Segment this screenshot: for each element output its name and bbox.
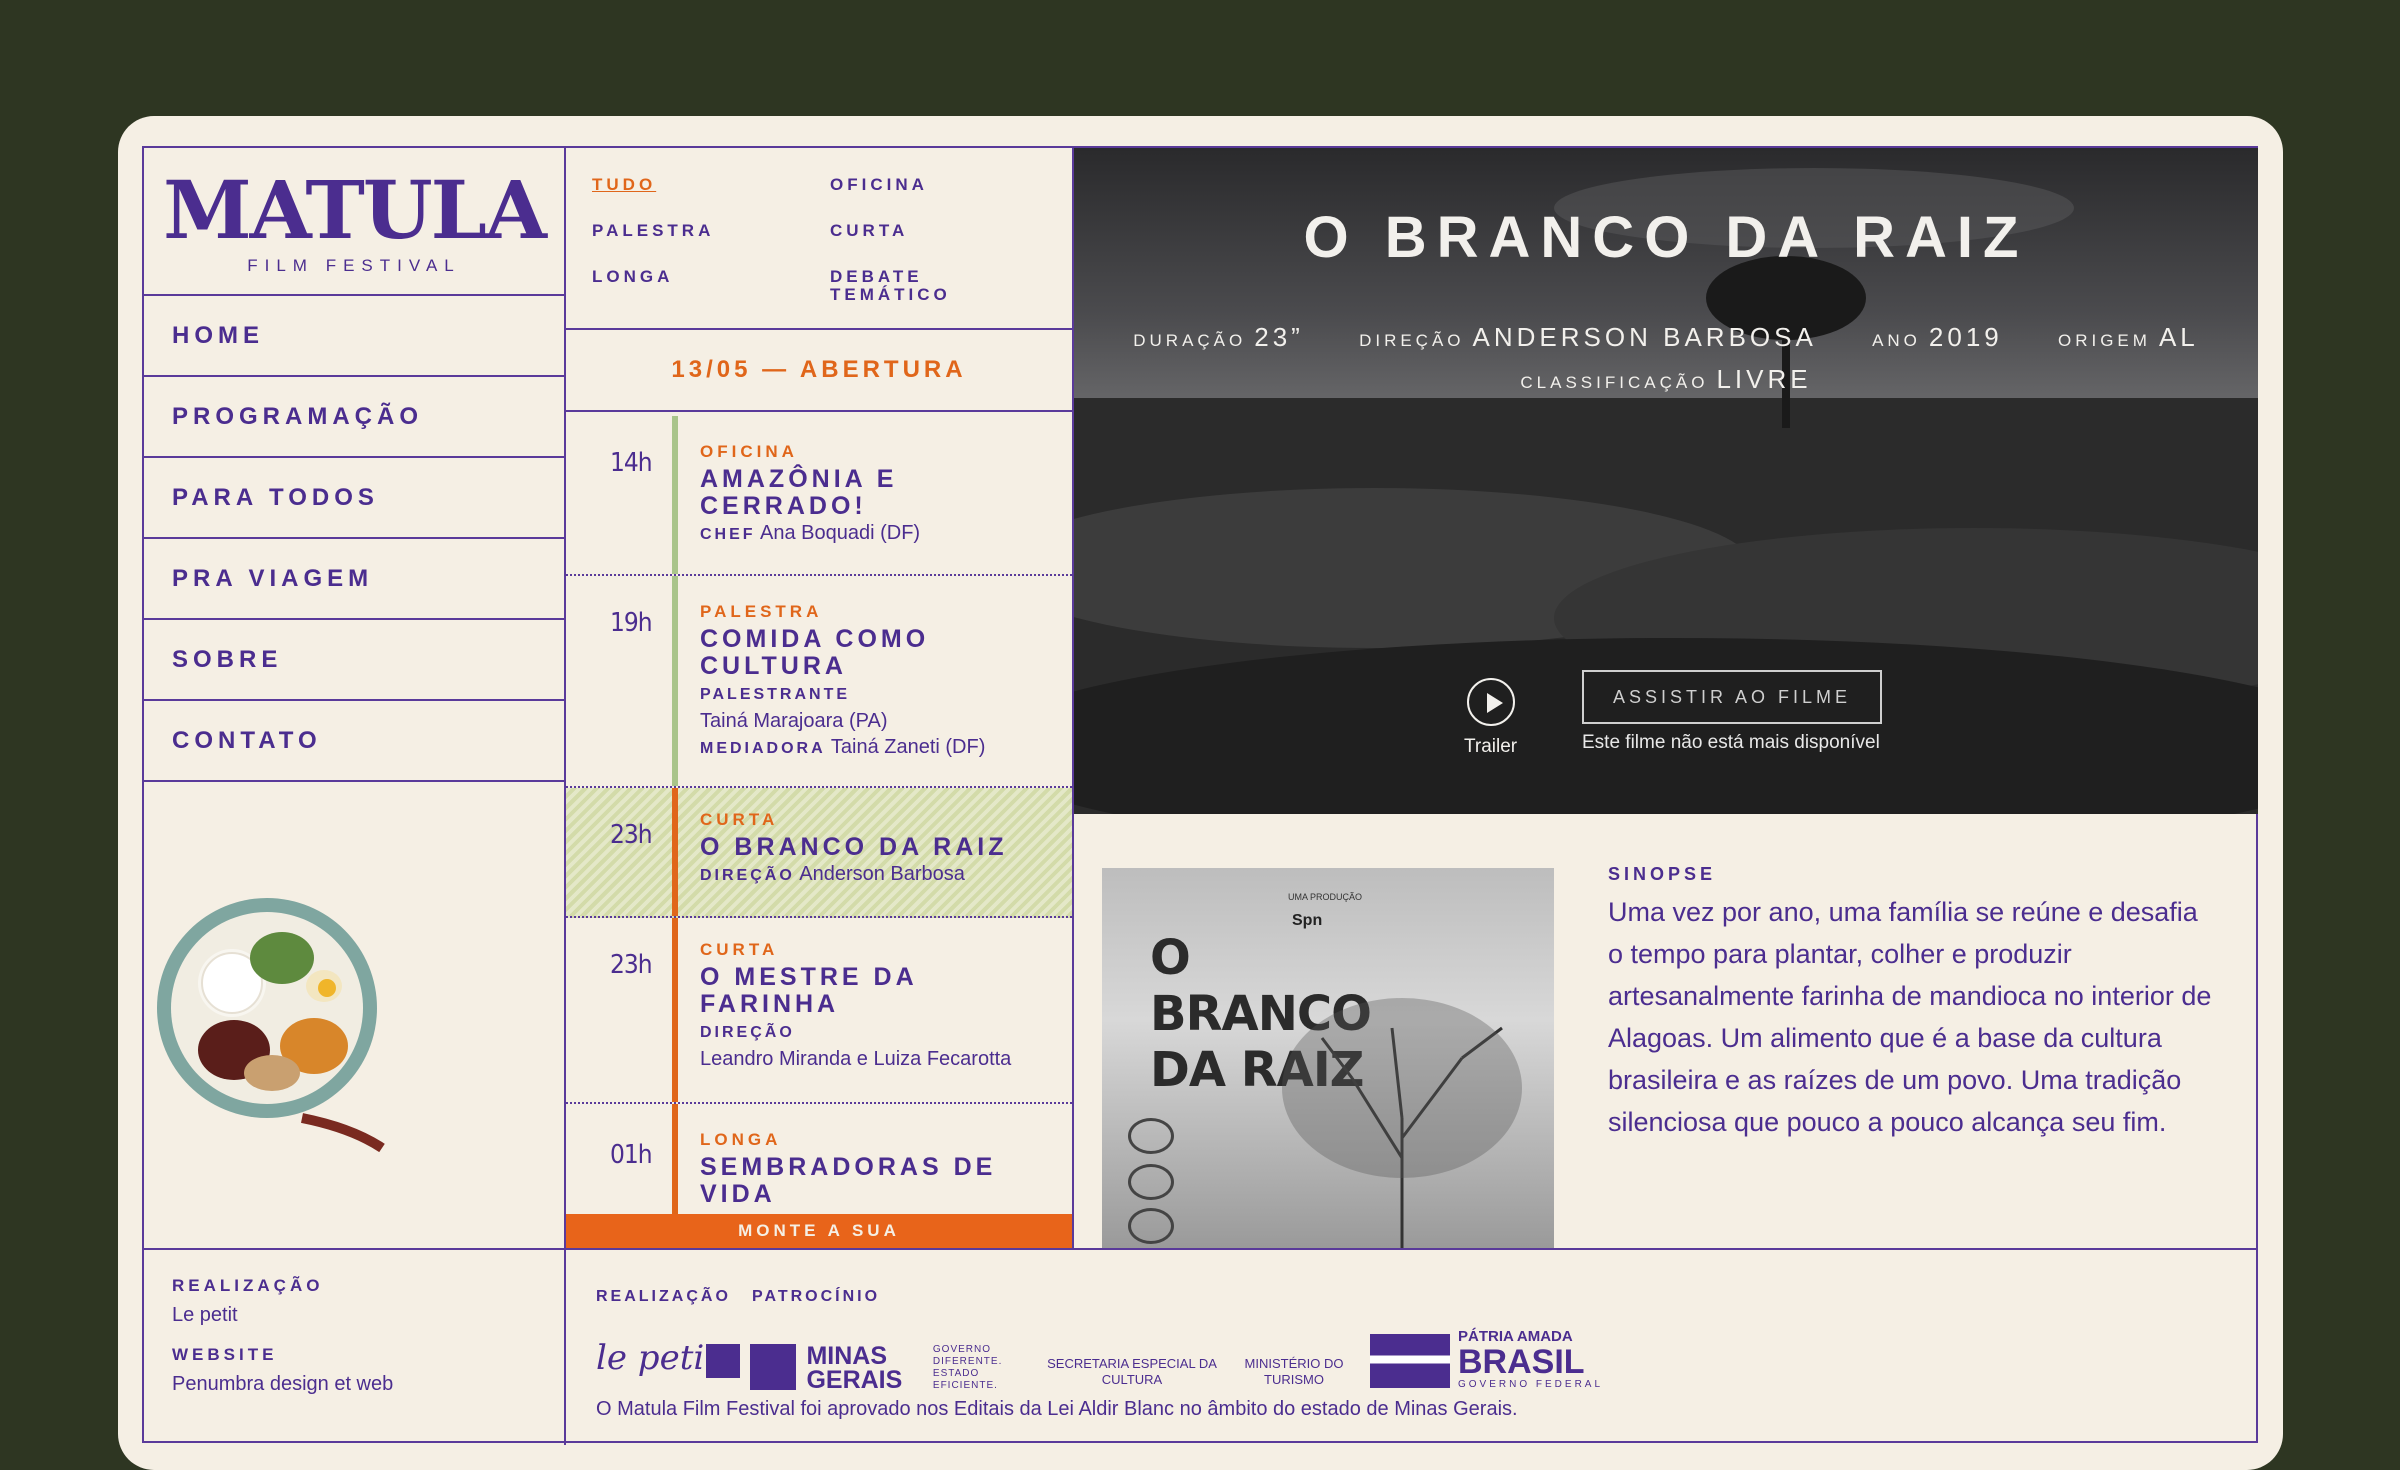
date-header[interactable]: 13/05 — ABERTURA [566, 330, 1072, 412]
nav-programacao[interactable]: PROGRAMAÇÃO [144, 377, 564, 458]
laurel-icon [1128, 1118, 1174, 1154]
filter-oficina[interactable]: OFICINA [830, 176, 928, 194]
event-meta: CHEF Ana Boquadi (DF) [700, 522, 921, 544]
nav-sobre[interactable]: SOBRE [144, 620, 564, 701]
schedule-item[interactable]: 14h OFICINA AMAZÔNIA E CERRADO! CHEF Ana… [566, 416, 1072, 576]
film-facts: DURAÇÃO 23” DIREÇÃO ANDERSON BARBOSA ANO 20… [1133, 322, 2199, 394]
event-title: O BRANCO DA RAIZ [700, 833, 1008, 861]
filter-longa[interactable]: LONGA [592, 268, 673, 286]
website-link[interactable]: Penumbra design et web [172, 1373, 536, 1396]
event-title: AMAZÔNIA E CERRADO! [700, 465, 898, 520]
event-time: 14h [610, 448, 653, 478]
film-rating: LIVRE [1716, 364, 1812, 394]
schedule-item-selected[interactable]: 23h CURTA O BRANCO DA RAIZ DIREÇÃO Ander… [566, 788, 1072, 918]
event-category-bar [672, 576, 678, 786]
patria-amada-brasil-logo[interactable]: PÁTRIA AMADA BRASIL GOVERNO FEDERAL [1458, 1328, 1603, 1390]
nav-para-todos[interactable]: PARA TODOS [144, 458, 564, 539]
event-meta: MEDIADORA Tainá Zaneti (DF) [700, 736, 986, 758]
event-category: CURTA [700, 940, 779, 959]
footer-credits: REALIZAÇÃO Le petit WEBSITE Penumbra des… [144, 1250, 566, 1445]
film-year: 2019 [1928, 322, 2003, 352]
schedule-item[interactable]: 23h CURTA O MESTRE DA FARINHA DIREÇÃO Le… [566, 918, 1072, 1104]
footer: REALIZAÇÃO Le petit WEBSITE Penumbra des… [144, 1248, 2258, 1445]
event-category-bar [672, 1104, 678, 1214]
tree-illustration [1282, 998, 1522, 1248]
unavailable-notice: Este filme não está mais disponível [1582, 732, 1880, 753]
event-title: SEMBRADORAS DE VIDA [700, 1153, 997, 1208]
logo-tagline: FILM FESTIVAL [247, 256, 461, 275]
trailer-button[interactable]: Trailer [1464, 678, 1517, 758]
event-category-bar [672, 918, 678, 1102]
film-duration: 23” [1254, 322, 1304, 352]
filter-tudo[interactable]: TUDO [592, 176, 656, 194]
film-origin: AL [2158, 322, 2199, 352]
event-meta: DIREÇÃO [700, 1024, 795, 1041]
filter-debate-tematico[interactable]: DEBATE TEMÁTICO [830, 268, 1030, 304]
event-meta: Leandro Miranda e Luiza Fecarotta [700, 1048, 1012, 1070]
synopsis-label: SINOPSE [1608, 864, 1717, 884]
film-director: ANDERSON BARBOSA [1472, 322, 1817, 352]
schedule-item[interactable]: 01h LONGA SEMBRADORAS DE VIDA [566, 1104, 1072, 1214]
event-time: 23h [610, 820, 653, 850]
event-title: O MESTRE DA FARINHA [700, 963, 917, 1018]
synopsis: SINOPSE Uma vez por ano, uma família se … [1608, 864, 2218, 1143]
nav-home[interactable]: HOME [144, 296, 564, 377]
category-filters: TUDO OFICINA PALESTRA CURTA LONGA DEBATE… [566, 148, 1072, 330]
sidebar: MATULA FILM FESTIVAL HOME PROGRAMAÇÃO PA… [144, 148, 566, 1248]
event-time: 19h [610, 608, 653, 638]
event-meta: PALESTRANTE [700, 686, 851, 703]
event-category-bar [672, 788, 678, 916]
filter-curta[interactable]: CURTA [830, 222, 908, 240]
minas-gerais-logo[interactable]: MINAS GERAIS GOVERNO DIFERENTE. ESTADO E… [750, 1344, 1013, 1393]
ministerio-turismo-logo[interactable]: MINISTÉRIO DO TURISMO [1242, 1356, 1346, 1388]
synopsis-text: Uma vez por ano, uma família se reúne e … [1608, 897, 2212, 1137]
secretaria-cultura-logo[interactable]: SECRETARIA ESPECIAL DA CULTURA [1042, 1356, 1222, 1388]
nav-pra-viagem[interactable]: PRA VIAGEM [144, 539, 564, 620]
filter-palestra[interactable]: PALESTRA [592, 222, 714, 240]
watch-film-button[interactable]: ASSISTIR AO FILME [1582, 670, 1882, 724]
monte-a-sua-button[interactable]: MONTE A SUA [566, 1214, 1072, 1248]
film-hero: O BRANCO DA RAIZ DURAÇÃO 23” DIREÇÃO ANDER… [1074, 148, 2258, 814]
event-category: PALESTRA [700, 602, 823, 621]
patria-amada-brasil-flag-icon [1370, 1334, 1450, 1388]
event-category: CURTA [700, 810, 779, 829]
funding-note: O Matula Film Festival foi aprovado nos … [596, 1398, 1518, 1420]
event-title: COMIDA COMO CULTURA [700, 625, 930, 680]
nav-contato[interactable]: CONTATO [144, 701, 564, 782]
event-category: OFICINA [700, 442, 798, 461]
schedule-column: TUDO OFICINA PALESTRA CURTA LONGA DEBATE… [566, 148, 1074, 1248]
event-time: 23h [610, 950, 653, 980]
film-poster: UMA PRODUÇÃO Spn O BRANCO DA RAIZ [1102, 868, 1554, 1248]
event-meta: DIREÇÃO Anderson Barbosa [700, 863, 965, 885]
realizacao-link[interactable]: Le petit [172, 1304, 536, 1327]
le-petit-icon [706, 1344, 740, 1378]
event-category-bar [672, 416, 678, 574]
site-frame: MATULA FILM FESTIVAL HOME PROGRAMAÇÃO PA… [142, 146, 2258, 1445]
play-icon [1466, 678, 1515, 726]
food-plate-illustration [157, 898, 385, 1153]
logo-wordmark: MATULA [163, 163, 547, 257]
event-category: LONGA [700, 1130, 782, 1149]
film-title: O BRANCO DA RAIZ [1303, 205, 2029, 270]
schedule-item[interactable]: 19h PALESTRA COMIDA COMO CULTURA PALESTR… [566, 576, 1072, 788]
le-petit-logo[interactable]: le petit [596, 1338, 718, 1378]
logo[interactable]: MATULA FILM FESTIVAL [144, 148, 564, 296]
laurel-icon [1128, 1164, 1174, 1200]
laurel-icon [1128, 1208, 1174, 1244]
event-time: 01h [610, 1140, 653, 1170]
minas-triangle-icon [750, 1344, 796, 1390]
event-meta: Tainá Marajoara (PA) [700, 710, 888, 732]
